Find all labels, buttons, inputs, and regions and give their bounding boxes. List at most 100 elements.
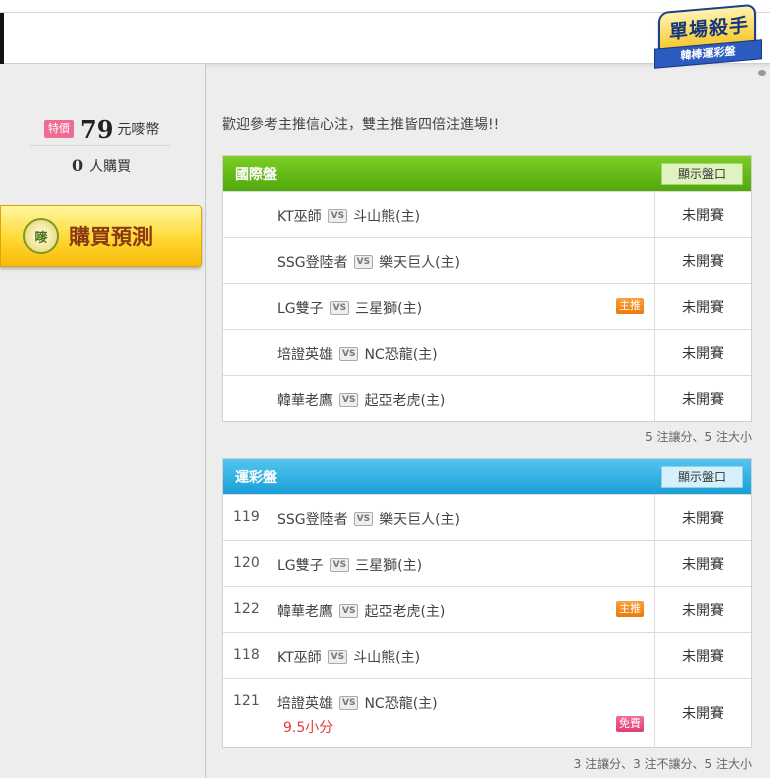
match-status: 未開賽 bbox=[682, 345, 724, 362]
match-teams: 培證英雄 VS NC恐龍(主) bbox=[277, 693, 438, 713]
price-info: 特價 79 元嘜幣 bbox=[44, 114, 159, 144]
panel-footer: 3 注讓分、3 注不讓分、5 注大小 bbox=[573, 757, 752, 771]
home-team: 三星獅(主) bbox=[355, 558, 423, 574]
match-row: 122 韓華老鷹 VS 起亞老虎(主) 主推 未開賽 bbox=[223, 586, 751, 632]
coin-icon: 嘜 bbox=[23, 218, 59, 254]
buyers-label: 人購買 bbox=[89, 159, 132, 175]
price-unit: 元嘜幣 bbox=[117, 122, 160, 138]
match-status: 未開賽 bbox=[682, 556, 724, 573]
show-odds-button[interactable]: 顯示盤口 bbox=[661, 162, 743, 185]
match-cell: 韓華老鷹 VS 起亞老虎(主) bbox=[223, 376, 655, 421]
match-status: 未開賽 bbox=[682, 706, 724, 722]
away-team: SSG登陸者 bbox=[277, 255, 348, 271]
match-row: 121 培證英雄 VS NC恐龍(主) 9.5小分 免費 未開賽 bbox=[223, 678, 751, 747]
panel-title: 國際盤 bbox=[235, 166, 277, 183]
match-status: 未開賽 bbox=[682, 253, 724, 270]
match-row: KT巫師 VS 斗山熊(主) 未開賽 bbox=[223, 191, 751, 237]
vs-icon: VS bbox=[339, 604, 359, 618]
pick-value: 9.5小分 bbox=[283, 720, 334, 736]
divider bbox=[30, 145, 170, 146]
match-cell: 培證英雄 VS NC恐龍(主) bbox=[223, 330, 655, 375]
match-teams: 韓華老鷹 VS 起亞老虎(主) bbox=[277, 390, 445, 410]
vs-icon: VS bbox=[353, 512, 374, 526]
away-team: 韓華老鷹 bbox=[277, 393, 333, 409]
match-cell: 120 LG雙子 VS 三星獅(主) bbox=[223, 541, 655, 586]
vs-icon: VS bbox=[329, 301, 350, 315]
away-team: LG雙子 bbox=[277, 558, 324, 574]
match-teams: LG雙子 VS 三星獅(主) bbox=[277, 555, 422, 575]
home-team: NC恐龍(主) bbox=[364, 347, 438, 363]
match-cell: 118 KT巫師 VS 斗山熊(主) bbox=[223, 633, 655, 678]
home-team: 起亞老虎(主) bbox=[364, 604, 446, 620]
away-team: LG雙子 bbox=[277, 301, 324, 317]
main-pick-badge: 主推 bbox=[616, 298, 644, 314]
match-teams: KT巫師 VS 斗山熊(主) bbox=[277, 647, 420, 667]
away-team: KT巫師 bbox=[277, 209, 322, 225]
match-status: 未開賽 bbox=[682, 391, 724, 408]
vs-icon: VS bbox=[327, 650, 348, 664]
match-cell: 119 SSG登陸者 VS 樂天巨人(主) bbox=[223, 495, 655, 540]
home-team: 起亞老虎(主) bbox=[364, 393, 446, 409]
sports-lottery-panel: 運彩盤 顯示盤口 119 SSG登陸者 VS 樂天巨人(主) 未開賽 120 L… bbox=[222, 458, 752, 748]
away-team: 培證英雄 bbox=[277, 696, 333, 712]
match-teams: 培證英雄 VS NC恐龍(主) bbox=[277, 344, 438, 364]
special-price-badge: 特價 bbox=[44, 120, 74, 138]
match-cell: KT巫師 VS 斗山熊(主) bbox=[223, 192, 655, 237]
buyers-info: 0 人購買 bbox=[72, 156, 131, 176]
panel-footer: 5 注讓分、5 注大小 bbox=[645, 430, 752, 444]
vs-icon: VS bbox=[339, 696, 359, 710]
price-value: 79 bbox=[80, 114, 114, 144]
panel-header: 國際盤 顯示盤口 bbox=[223, 156, 751, 191]
match-teams: SSG登陸者 VS 樂天巨人(主) bbox=[277, 252, 460, 272]
away-team: 培證英雄 bbox=[277, 347, 333, 363]
home-team: 斗山熊(主) bbox=[353, 650, 421, 666]
match-number: 118 bbox=[233, 647, 260, 663]
buyers-count: 0 bbox=[72, 156, 84, 175]
match-cell: 122 韓華老鷹 VS 起亞老虎(主) 主推 bbox=[223, 587, 655, 632]
home-team: 斗山熊(主) bbox=[353, 209, 421, 225]
home-team: 樂天巨人(主) bbox=[379, 255, 461, 271]
match-status: 未開賽 bbox=[682, 299, 724, 316]
match-row: 培證英雄 VS NC恐龍(主) 未開賽 bbox=[223, 329, 751, 375]
match-cell: 121 培證英雄 VS NC恐龍(主) 9.5小分 免費 bbox=[223, 679, 655, 747]
home-team: NC恐龍(主) bbox=[364, 696, 438, 712]
match-row: 120 LG雙子 VS 三星獅(主) 未開賽 bbox=[223, 540, 751, 586]
match-row: LG雙子 VS 三星獅(主) 主推 未開賽 bbox=[223, 283, 751, 329]
match-status: 未開賽 bbox=[682, 648, 724, 665]
away-team: SSG登陸者 bbox=[277, 512, 348, 528]
match-status: 未開賽 bbox=[682, 510, 724, 527]
site-logo[interactable]: 單場殺手 韓棒運彩盤 bbox=[650, 3, 768, 76]
match-row: 118 KT巫師 VS 斗山熊(主) 未開賽 bbox=[223, 632, 751, 678]
international-panel: 國際盤 顯示盤口 KT巫師 VS 斗山熊(主) 未開賽 SSG登陸者 VS 樂天… bbox=[222, 155, 752, 422]
match-teams: SSG登陸者 VS 樂天巨人(主) bbox=[277, 509, 460, 529]
match-status: 未開賽 bbox=[682, 207, 724, 224]
home-team: 三星獅(主) bbox=[355, 301, 423, 317]
free-badge: 免費 bbox=[616, 716, 644, 732]
buy-prediction-button[interactable]: 嘜 購買預測 bbox=[0, 205, 202, 267]
vs-icon: VS bbox=[329, 558, 350, 572]
panel-header: 運彩盤 顯示盤口 bbox=[223, 459, 751, 494]
vs-icon: VS bbox=[327, 209, 348, 223]
vs-icon: VS bbox=[339, 393, 359, 407]
home-team: 樂天巨人(主) bbox=[379, 512, 461, 528]
match-number: 119 bbox=[233, 509, 260, 525]
main-pick-badge: 主推 bbox=[616, 601, 644, 617]
welcome-message: 歡迎參考主推信心注，雙主推皆四倍注進場!! bbox=[222, 117, 500, 133]
vs-icon: VS bbox=[339, 347, 359, 361]
match-row: 韓華老鷹 VS 起亞老虎(主) 未開賽 bbox=[223, 375, 751, 421]
match-cell: SSG登陸者 VS 樂天巨人(主) bbox=[223, 238, 655, 283]
match-number: 122 bbox=[233, 601, 260, 617]
header-left-bar bbox=[0, 13, 4, 65]
match-row: SSG登陸者 VS 樂天巨人(主) 未開賽 bbox=[223, 237, 751, 283]
show-odds-button[interactable]: 顯示盤口 bbox=[661, 465, 743, 488]
match-teams: KT巫師 VS 斗山熊(主) bbox=[277, 206, 420, 226]
match-row: 119 SSG登陸者 VS 樂天巨人(主) 未開賽 bbox=[223, 494, 751, 540]
buy-button-label: 購買預測 bbox=[69, 225, 153, 249]
match-status: 未開賽 bbox=[682, 602, 724, 619]
pin-icon bbox=[758, 70, 766, 76]
match-number: 121 bbox=[233, 693, 260, 709]
match-number: 120 bbox=[233, 555, 260, 571]
match-teams: LG雙子 VS 三星獅(主) bbox=[277, 298, 422, 318]
match-cell: LG雙子 VS 三星獅(主) 主推 bbox=[223, 284, 655, 329]
vs-icon: VS bbox=[353, 255, 374, 269]
